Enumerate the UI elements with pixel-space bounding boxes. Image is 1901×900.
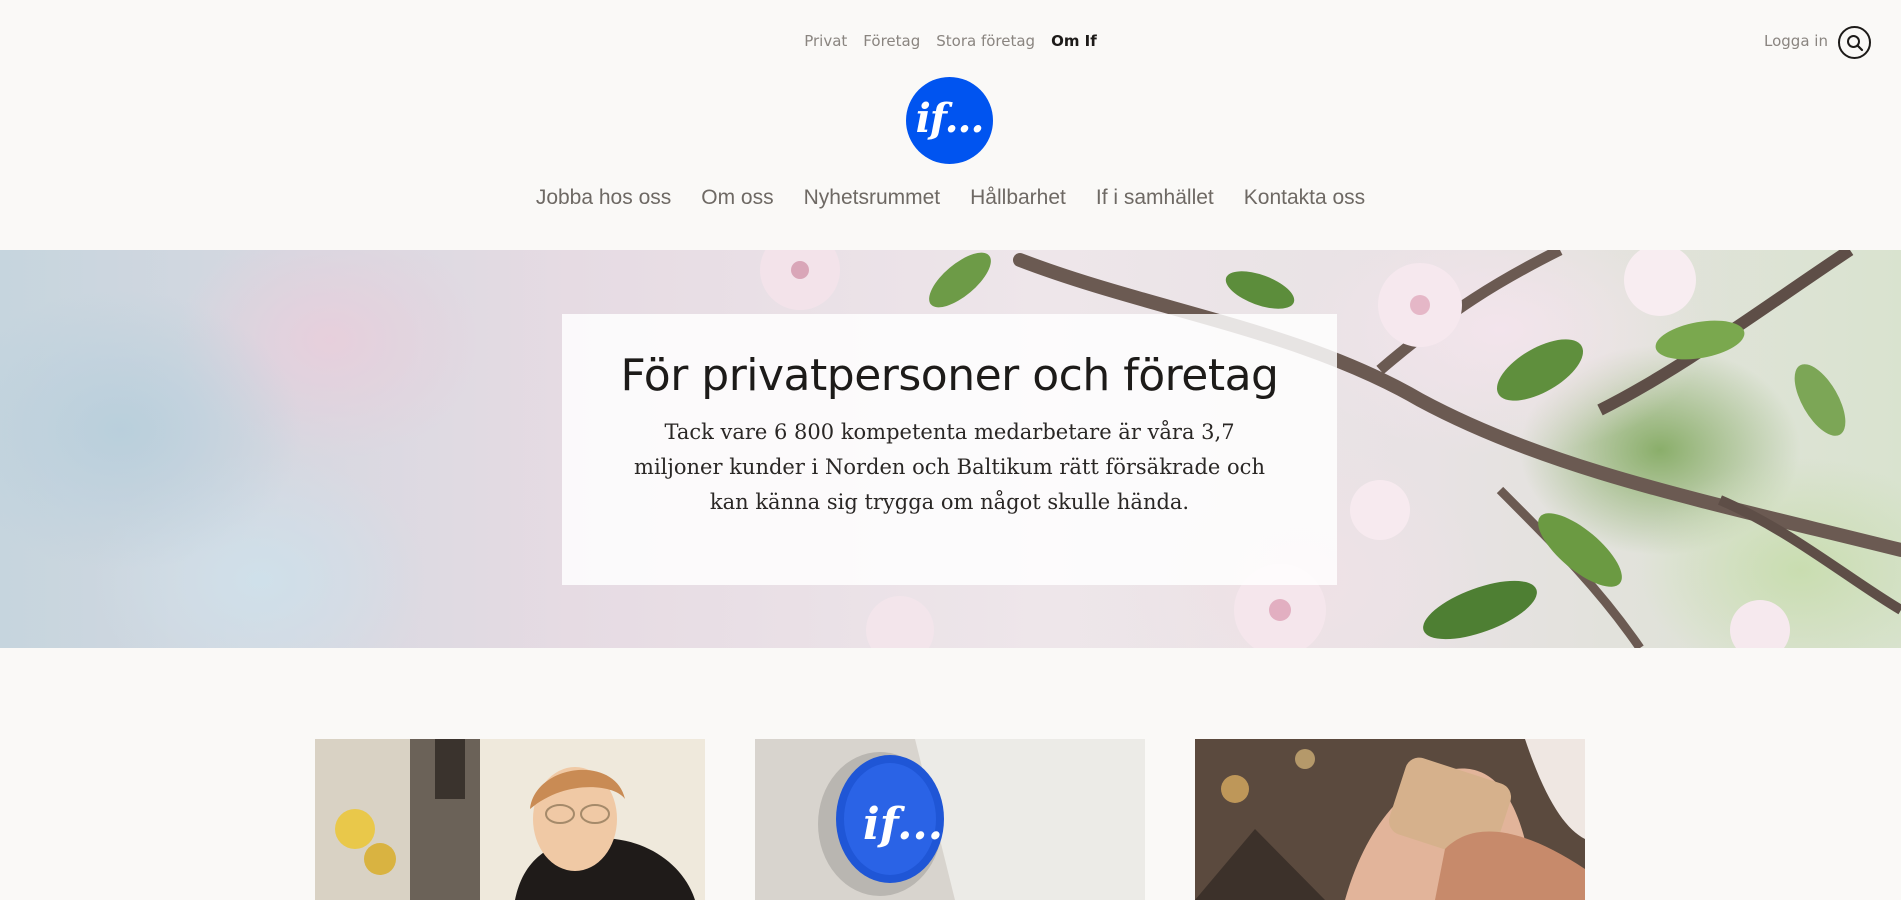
login-link[interactable]: Logga in	[1764, 32, 1828, 50]
search-button[interactable]	[1838, 26, 1871, 59]
nav-hallbarhet[interactable]: Hållbarhet	[970, 186, 1066, 210]
hero-banner: För privatpersoner och företag Tack vare…	[0, 250, 1901, 648]
svg-text:if...: if...	[863, 799, 943, 850]
woman-smiling-photo	[315, 739, 705, 900]
hero-card: För privatpersoner och företag Tack vare…	[562, 314, 1337, 585]
segment-privat[interactable]: Privat	[804, 32, 847, 50]
if-sign-photo: if...	[755, 739, 1145, 900]
hands-phone-photo	[1195, 739, 1585, 900]
hero-title: För privatpersoner och företag	[620, 350, 1279, 401]
logo-text: if...	[915, 95, 985, 142]
segment-nav: Privat Företag Stora företag Om If	[0, 32, 1901, 50]
hero-text: Tack vare 6 800 kompetenta medarbetare ä…	[634, 420, 1265, 514]
search-icon	[1846, 34, 1863, 51]
segment-foretag[interactable]: Företag	[863, 32, 920, 50]
nav-nyhetsrummet[interactable]: Nyhetsrummet	[804, 186, 941, 210]
nav-jobba-hos-oss[interactable]: Jobba hos oss	[536, 186, 671, 210]
nav-kontakta-oss[interactable]: Kontakta oss	[1244, 186, 1365, 210]
if-logo[interactable]: if...	[906, 77, 993, 164]
card-woman-photo[interactable]	[315, 739, 705, 900]
segment-stora-foretag[interactable]: Stora företag	[936, 32, 1035, 50]
nav-if-i-samhallet[interactable]: If i samhället	[1096, 186, 1214, 210]
card-phone-photo[interactable]	[1195, 739, 1585, 900]
main-nav: Jobba hos oss Om oss Nyhetsrummet Hållba…	[0, 186, 1901, 210]
top-bar: Privat Företag Stora företag Om If Logga…	[0, 0, 1901, 80]
nav-om-oss[interactable]: Om oss	[701, 186, 773, 210]
segment-om-if[interactable]: Om If	[1051, 32, 1097, 50]
card-if-sign-photo[interactable]: if...	[755, 739, 1145, 900]
